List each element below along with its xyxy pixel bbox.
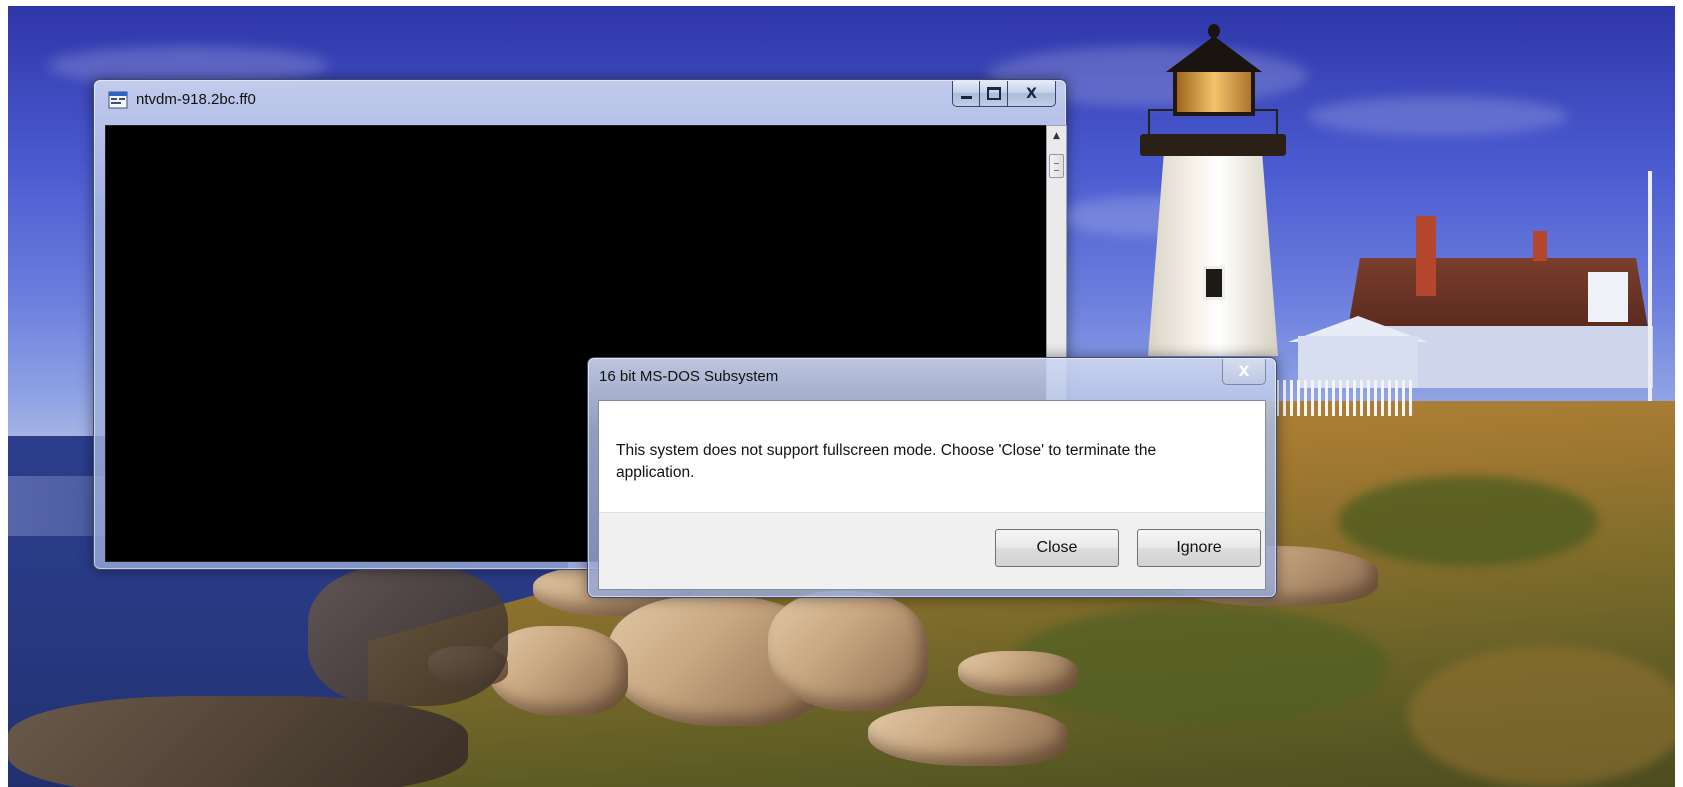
cloud	[1308, 96, 1568, 136]
rock	[768, 591, 928, 711]
minimize-button[interactable]	[952, 81, 980, 107]
dos-app-icon	[108, 91, 128, 109]
close-icon: X	[1026, 85, 1037, 102]
chimney	[1533, 231, 1547, 261]
grass-patch	[1338, 476, 1598, 566]
dialog-button-bar: Close Ignore	[599, 512, 1265, 589]
flagpole	[1648, 171, 1652, 401]
rock	[868, 706, 1068, 766]
dialog-client-area: This system does not support fullscreen …	[598, 400, 1266, 590]
lighthouse-finial	[1208, 24, 1220, 38]
lighthouse-lantern	[1173, 68, 1255, 116]
minimize-icon	[960, 96, 972, 99]
close-button[interactable]: X	[1008, 81, 1056, 107]
dialog-title: 16 bit MS-DOS Subsystem	[599, 368, 779, 385]
grass-patch	[1408, 646, 1675, 786]
maximize-button[interactable]	[980, 81, 1008, 107]
close-icon: X	[1238, 363, 1250, 380]
shore-rocks	[8, 696, 468, 787]
shore-rocks	[308, 566, 508, 706]
window-title: ntvdm-918.2bc.ff0	[136, 91, 256, 108]
dialog-message: This system does not support fullscreen …	[616, 442, 1157, 481]
white-fence	[1276, 380, 1416, 416]
ignore-button[interactable]: Ignore	[1137, 529, 1261, 567]
msdos-subsystem-dialog[interactable]: 16 bit MS-DOS Subsystem X This system do…	[587, 357, 1277, 598]
rock	[958, 651, 1078, 696]
lighthouse-window	[1203, 266, 1225, 300]
lighthouse-tower	[1148, 156, 1278, 356]
lighthouse-gallery	[1140, 134, 1286, 156]
close-button[interactable]: Close	[995, 529, 1119, 567]
maximize-icon	[986, 87, 1001, 100]
house-dormer	[1588, 272, 1628, 322]
dialog-close-button[interactable]: X	[1222, 359, 1266, 385]
caption-buttons: X	[952, 81, 1056, 107]
rock	[488, 626, 628, 716]
scroll-up-arrow-icon[interactable]: ▲	[1049, 128, 1064, 144]
chimney	[1416, 216, 1436, 296]
scroll-thumb[interactable]	[1049, 154, 1064, 178]
dialog-caption-buttons: X	[1222, 359, 1266, 385]
